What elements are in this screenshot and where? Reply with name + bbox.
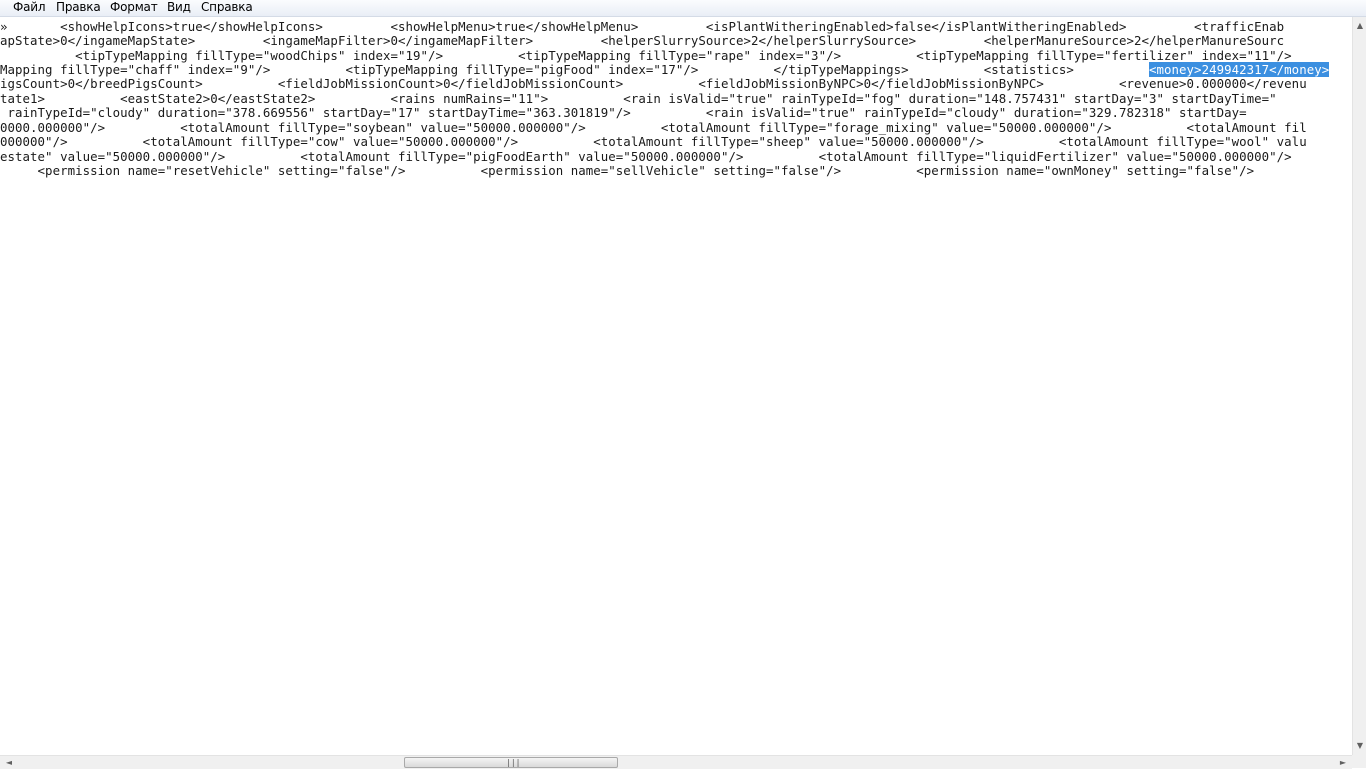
text-line: » <showHelpIcons>true</showHelpIcons> <s… xyxy=(0,19,1285,34)
text-line: rainTypeId="cloudy" duration="378.669556… xyxy=(0,105,1247,120)
text-line: tate1> <eastState2>0</eastState2> <rains… xyxy=(0,91,1277,106)
text-line: 000000"/> <totalAmount fillType="cow" va… xyxy=(0,134,1307,149)
scroll-up-icon[interactable]: ▲ xyxy=(1353,19,1366,33)
menu-view[interactable]: Вид xyxy=(167,0,191,16)
scrollbar-corner xyxy=(1352,755,1366,768)
menu-edit[interactable]: Правка xyxy=(56,0,101,16)
text-line: estate" value="50000.000000"/> <totalAmo… xyxy=(0,149,1292,164)
text-line: apState>0</ingameMapState> <ingameMapFil… xyxy=(0,33,1285,48)
menu-help[interactable]: Справка xyxy=(201,0,253,16)
text-line-part: Mapping fillType="chaff" index="9"/> <ti… xyxy=(0,62,1149,77)
text-editor-area[interactable]: » <showHelpIcons>true</showHelpIcons> <s… xyxy=(0,17,1352,755)
text-line: igsCount>0</breedPigsCount> <fieldJobMis… xyxy=(0,76,1307,91)
text-line: <tipTypeMapping fillType="woodChips" ind… xyxy=(0,48,1292,63)
scroll-down-icon[interactable]: ▼ xyxy=(1353,739,1366,753)
vertical-scrollbar[interactable]: ▲ ▼ xyxy=(1352,17,1366,755)
menu-format[interactable]: Формат xyxy=(110,0,158,16)
horizontal-scroll-thumb[interactable]: ||| xyxy=(404,757,618,768)
horizontal-scrollbar[interactable]: ◄ ||| ► xyxy=(0,755,1352,769)
grip-icon: ||| xyxy=(506,758,521,767)
menu-bar: Файл Правка Формат Вид Справка xyxy=(0,0,1366,17)
text-line: Mapping fillType="chaff" index="9"/> <ti… xyxy=(0,62,1330,77)
selected-money-text[interactable]: <money>249942317</money> xyxy=(1149,62,1330,77)
menu-file[interactable]: Файл xyxy=(13,0,46,16)
text-line: <permission name="resetVehicle" setting=… xyxy=(0,163,1255,178)
text-line: 0000.000000"/> <totalAmount fillType="so… xyxy=(0,120,1307,135)
